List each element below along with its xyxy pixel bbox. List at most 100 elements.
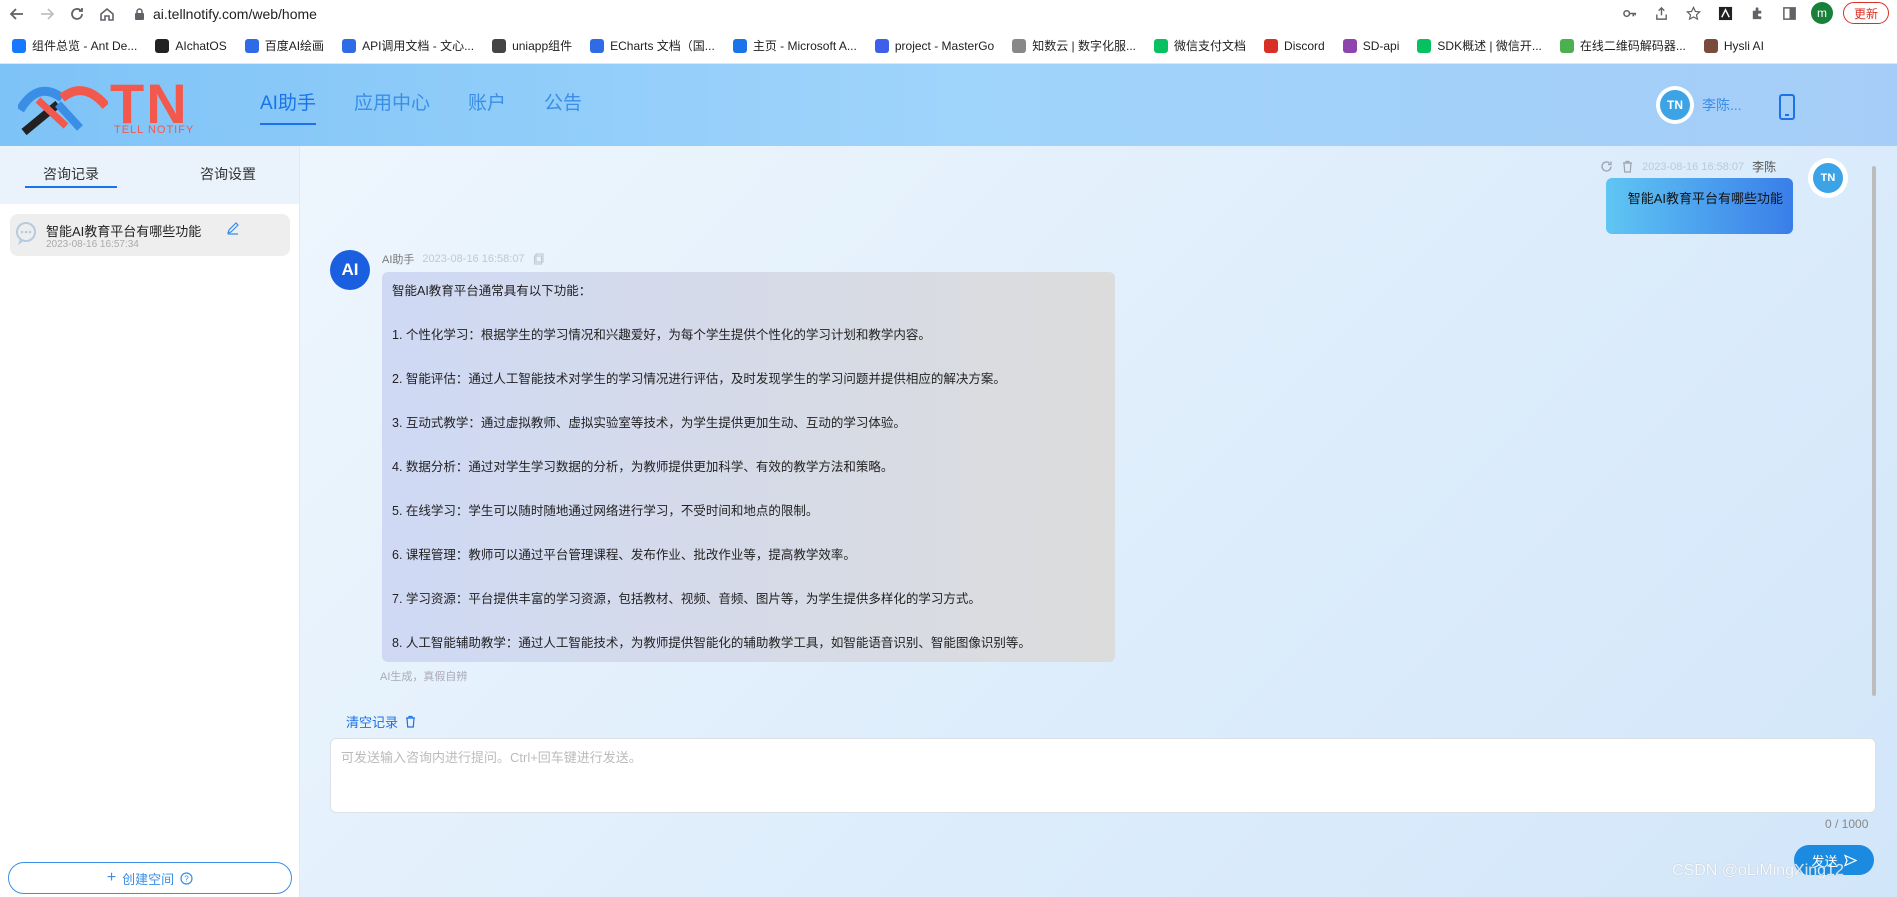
bookmark-favicon-icon [1342,38,1357,53]
reload-icon[interactable] [64,1,90,27]
bookmark-item[interactable]: 微信支付文档 [1154,37,1246,54]
ai-disclaimer: AI生成，真假自辨 [380,671,468,683]
nav-ai-assistant[interactable]: AI助手 [260,88,316,125]
bookmark-item[interactable]: SD-api [1342,38,1400,53]
bookmark-label: ECharts 文档（国... [610,39,715,53]
clear-records-button[interactable]: 清空记录 [346,712,417,731]
tellnotify-logo[interactable]: TN TELL NOTIFY [18,76,223,136]
user-message-meta: 2023-08-16 16:58:07 李陈 [1600,158,1776,175]
bookmark-item[interactable]: 组件总览 - Ant De... [12,37,137,54]
ai-message-time: 2023-08-16 16:58:07 [422,253,525,265]
address-bar[interactable]: ai.tellnotify.com/web/home [134,2,317,26]
ai-paragraph: 6. 课程管理：教师可以通过平台管理课程、发布作业、批改作业等，提高教学效率。 [392,548,856,562]
send-icon [1843,853,1857,867]
bookmark-label: 百度AI绘画 [264,39,325,53]
puzzle-icon[interactable] [1747,2,1769,24]
delete-icon[interactable] [1621,160,1634,173]
bookmark-label: SD-api [1362,38,1400,53]
create-space-label: 创建空间 [122,871,175,887]
bookmark-favicon-icon [155,38,170,53]
ai-paragraph: 3. 互动式教学：通过虚拟教师、虚拟实验室等技术，为学生提供更加生动、互动的学习… [392,416,906,430]
forward-icon[interactable] [34,1,60,27]
home-icon[interactable] [94,1,120,27]
bookmark-favicon-icon [1703,38,1718,53]
bookmark-label: uniapp组件 [512,39,573,53]
bookmark-item[interactable]: uniapp组件 [492,37,572,54]
bookmark-favicon-icon [342,38,357,53]
lock-icon [135,7,144,20]
ai-paragraph: 1. 个性化学习：根据学生的学习情况和兴趣爱好，为每个学生提供个性化的学习计划和… [392,328,931,342]
active-tab-indicator [25,186,117,188]
bookmark-item[interactable]: Hysli AI [1703,38,1764,53]
chat-area: 2023-08-16 16:58:07 李陈 智能AI教育平台有哪些功能 TN … [300,146,1897,897]
avatar-text: TN [1660,90,1690,120]
bookmark-label: 知数云 | 数字化服... [1032,39,1137,53]
bookmark-favicon-icon [874,38,889,53]
bookmark-favicon-icon [1264,38,1279,53]
ai-paragraph: 5. 在线学习：学生可以随时随地通过网络进行学习，不受时间和地点的限制。 [392,504,819,518]
profile-avatar[interactable]: m [1810,2,1833,24]
trash-icon [406,715,416,728]
star-icon[interactable] [1683,2,1705,24]
bookmark-item[interactable]: 主页 - Microsoft A... [732,37,857,54]
update-button[interactable]: 更新 [1842,2,1889,24]
sidebar: 咨询记录 咨询设置 智能AI教育平台有哪些功能 2023-08-16 16:57… [0,146,300,897]
back-icon[interactable] [4,1,30,27]
svg-text:?: ? [184,874,189,883]
bookmark-item[interactable]: project - MasterGo [874,38,995,53]
chat-bubble-icon [16,222,36,245]
bookmark-item[interactable]: 在线二维码解码器... [1559,37,1686,54]
bookmark-item[interactable]: ECharts 文档（国... [590,37,715,54]
ai-paragraph: 智能AI教育平台通常具有以下功能： [392,284,592,298]
bookmark-item[interactable]: Discord [1264,38,1325,53]
bookmark-label: project - MasterGo [894,38,995,53]
ai-paragraph: 4. 数据分析：通过对学生学习数据的分析，为教师提供更加科学、有效的教学方法和策… [392,460,894,474]
message-input[interactable] [341,747,1865,804]
nav-app-center[interactable]: 应用中心 [354,88,430,125]
user-message-bubble: 智能AI教育平台有哪些功能 [1606,178,1793,234]
bookmark-item[interactable]: API调用文档 - 文心... [342,37,474,54]
bookmark-favicon-icon [732,38,747,53]
plus-icon: + [106,869,117,886]
refresh-icon[interactable] [1600,160,1613,173]
bookmark-item[interactable]: AIchatOS [155,38,227,53]
bookmark-favicon-icon [1012,38,1027,53]
bookmark-label: 微信支付文档 [1174,39,1247,53]
sidepanel-icon[interactable] [1779,2,1801,24]
copy-icon[interactable] [533,253,545,265]
url-text: ai.tellnotify.com/web/home [153,6,317,22]
share-icon[interactable] [1651,2,1673,24]
bookmark-favicon-icon [1154,38,1169,53]
bookmark-label: 在线二维码解码器... [1579,39,1686,53]
bookmark-favicon-icon [492,38,507,53]
nav-account[interactable]: 账户 [468,88,506,125]
bookmark-favicon-icon [12,38,26,53]
user-message-avatar: TN [1808,158,1848,198]
bookmark-label: AIchatOS [175,38,227,53]
create-space-button[interactable]: + 创建空间 ? [8,862,292,894]
history-time: 2023-08-16 16:57:34 [46,239,139,250]
bookmark-item[interactable]: 百度AI绘画 [244,37,325,54]
scrollbar[interactable] [1872,166,1876,696]
key-icon[interactable] [1619,2,1641,24]
nav-announcements[interactable]: 公告 [544,88,582,125]
sidebar-tabs: 咨询记录 咨询设置 [0,146,299,204]
user-menu[interactable]: TN 李陈... [1656,86,1742,124]
ai-paragraph: 8. 人工智能辅助教学：通过人工智能技术，为教师提供智能化的辅助教学工具，如智能… [392,636,1031,650]
tab-consult-settings[interactable]: 咨询设置 [200,164,256,184]
ai-avatar: AI [330,250,370,290]
bookmark-item[interactable]: SDK概述 | 微信开... [1417,37,1542,54]
message-input-box [330,738,1876,813]
extension-a-icon[interactable] [1715,2,1737,24]
clear-records-label: 清空记录 [346,715,399,730]
bookmark-item[interactable]: 知数云 | 数字化服... [1012,37,1136,54]
bookmark-favicon-icon [1417,38,1432,53]
edit-icon[interactable] [226,221,240,235]
history-item[interactable]: 智能AI教育平台有哪些功能 2023-08-16 16:57:34 [10,214,290,256]
tab-consult-records[interactable]: 咨询记录 [43,164,99,184]
user-name: 李陈... [1702,97,1742,113]
user-avatar-text: TN [1813,163,1843,193]
mobile-phone-icon[interactable] [1776,94,1798,120]
main-nav: AI助手 应用中心 账户 公告 [260,88,582,125]
bookmark-favicon-icon [1559,38,1574,53]
